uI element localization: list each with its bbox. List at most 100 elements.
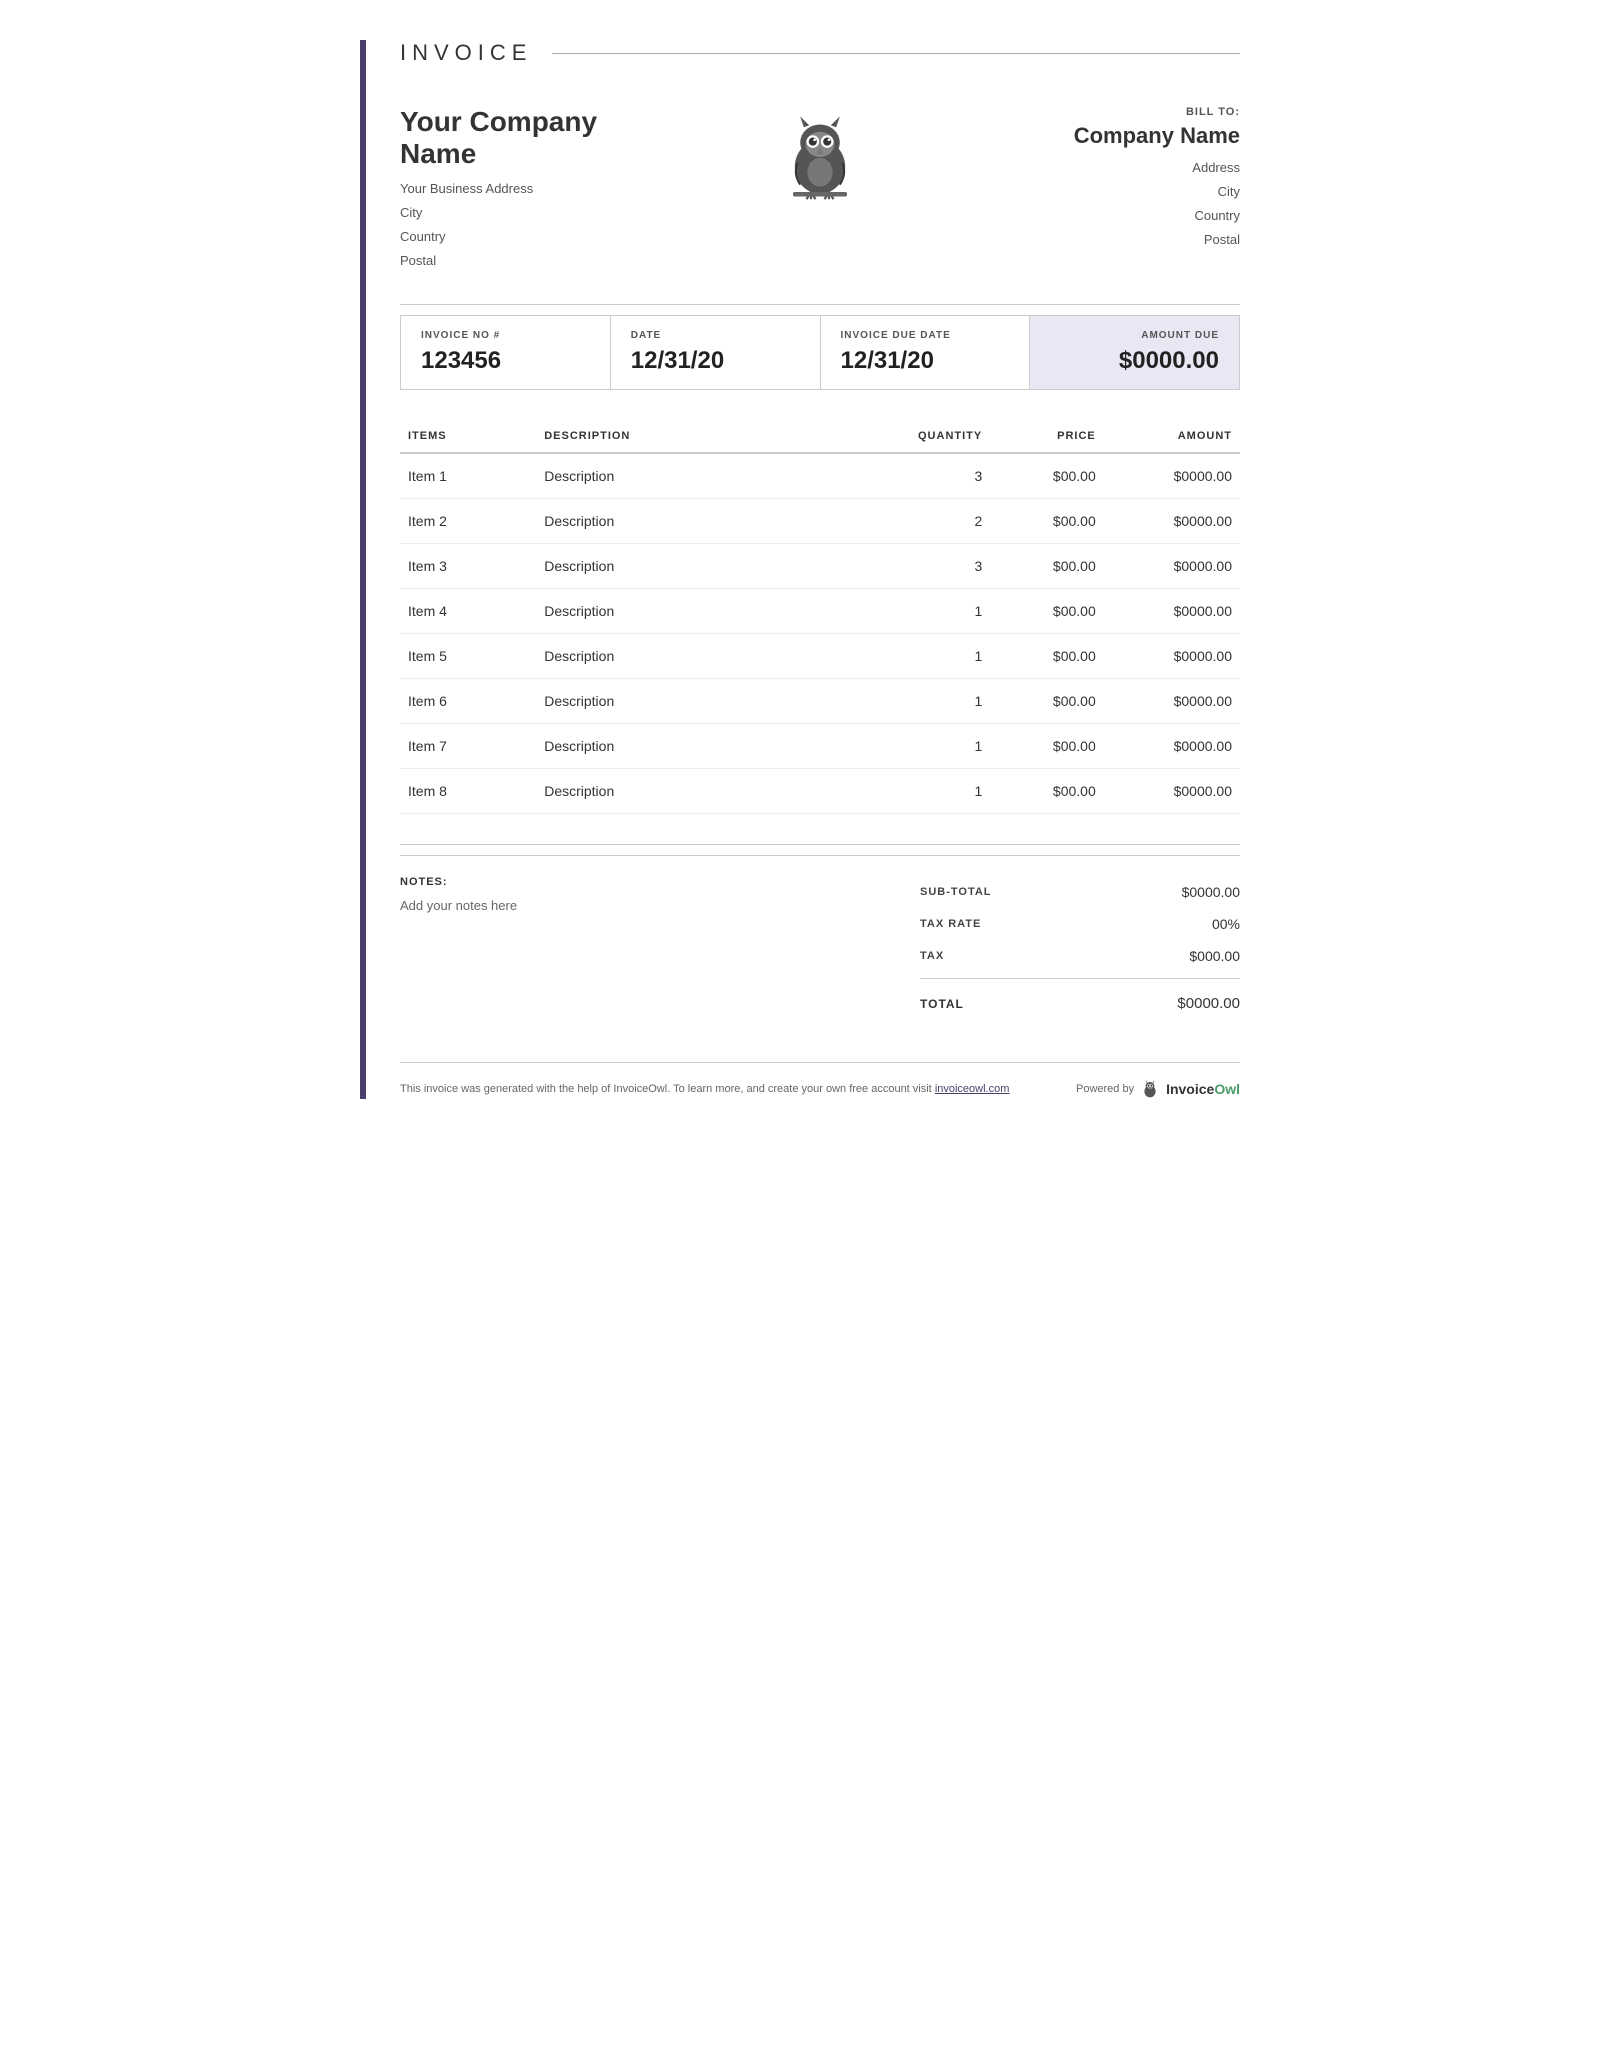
invoice-date-cell: DATE 12/31/20: [611, 316, 821, 389]
item-amount-cell: $0000.00: [1104, 634, 1240, 679]
item-quantity-cell: 1: [877, 589, 991, 634]
notes-text: Add your notes here: [400, 898, 880, 913]
footer-link[interactable]: invoiceowl.com: [935, 1083, 1010, 1095]
subtotal-value: $0000.00: [1182, 884, 1240, 900]
bill-to-info: BILL TO: Company Name Address City Count…: [960, 106, 1240, 253]
invoice-number-cell: INVOICE NO # 123456: [401, 316, 611, 389]
company-postal: Postal: [400, 250, 680, 272]
footer-powered-by: Powered by InvoiceOwl: [1076, 1079, 1240, 1099]
company-country: Country: [400, 226, 680, 248]
item-amount-cell: $0000.00: [1104, 453, 1240, 499]
bill-to-address: Address: [960, 157, 1240, 179]
taxrate-label: TAX RATE: [920, 918, 981, 930]
company-name: Your Company Name: [400, 106, 680, 170]
item-quantity-cell: 3: [877, 544, 991, 589]
item-price-cell: $00.00: [990, 634, 1104, 679]
totals-divider: [920, 978, 1240, 979]
invoice-amount-due-value: $0000.00: [1050, 347, 1219, 375]
tax-label: TAX: [920, 950, 944, 962]
invoice-number-label: INVOICE NO #: [421, 330, 590, 341]
item-price-cell: $00.00: [990, 724, 1104, 769]
item-description-cell: Description: [536, 499, 877, 544]
item-price-cell: $00.00: [990, 589, 1104, 634]
item-description-cell: Description: [536, 589, 877, 634]
col-header-price: PRICE: [990, 420, 1104, 453]
invoice-title-text: INVOICE: [400, 40, 532, 66]
invoice-date-value: 12/31/20: [631, 347, 800, 375]
notes-label: NOTES:: [400, 876, 880, 888]
table-header-row: ITEMS DESCRIPTION QUANTITY PRICE AMOUNT: [400, 420, 1240, 453]
item-name-cell: Item 5: [400, 634, 536, 679]
subtotal-row: SUB-TOTAL $0000.00: [920, 876, 1240, 908]
item-quantity-cell: 3: [877, 453, 991, 499]
invoice-footer: This invoice was generated with the help…: [400, 1062, 1240, 1099]
brand-invoice-text: Invoice: [1166, 1081, 1214, 1097]
taxrate-value: 00%: [1212, 916, 1240, 932]
item-amount-cell: $0000.00: [1104, 679, 1240, 724]
totals-section: SUB-TOTAL $0000.00 TAX RATE 00% TAX $000…: [920, 876, 1240, 1022]
company-logo: [680, 106, 960, 201]
company-info: Your Company Name Your Business Address …: [400, 106, 680, 274]
table-row: Item 4 Description 1 $00.00 $0000.00: [400, 589, 1240, 634]
item-name-cell: Item 6: [400, 679, 536, 724]
item-name-cell: Item 7: [400, 724, 536, 769]
table-row: Item 7 Description 1 $00.00 $0000.00: [400, 724, 1240, 769]
invoice-date-label: DATE: [631, 330, 800, 341]
invoice-page: INVOICE Your Company Name Your Business …: [360, 40, 1240, 1099]
table-row: Item 2 Description 2 $00.00 $0000.00: [400, 499, 1240, 544]
item-name-cell: Item 8: [400, 769, 536, 814]
tax-value: $000.00: [1189, 948, 1240, 964]
item-name-cell: Item 3: [400, 544, 536, 589]
table-row: Item 3 Description 3 $00.00 $0000.00: [400, 544, 1240, 589]
company-section: Your Company Name Your Business Address …: [400, 106, 1240, 274]
item-name-cell: Item 4: [400, 589, 536, 634]
item-quantity-cell: 1: [877, 769, 991, 814]
col-header-quantity: QUANTITY: [877, 420, 991, 453]
invoice-number-value: 123456: [421, 347, 590, 375]
item-price-cell: $00.00: [990, 769, 1104, 814]
bill-to-label: BILL TO:: [960, 106, 1240, 118]
bill-to-city: City: [960, 181, 1240, 203]
item-description-cell: Description: [536, 724, 877, 769]
item-quantity-cell: 1: [877, 724, 991, 769]
item-name-cell: Item 2: [400, 499, 536, 544]
item-description-cell: Description: [536, 453, 877, 499]
item-price-cell: $00.00: [990, 544, 1104, 589]
item-description-cell: Description: [536, 679, 877, 724]
item-description-cell: Description: [536, 634, 877, 679]
col-header-amount: AMOUNT: [1104, 420, 1240, 453]
invoice-amount-due-cell: AMOUNT DUE $0000.00: [1030, 316, 1239, 389]
invoice-title: INVOICE: [400, 40, 1240, 76]
invoice-due-date-value: 12/31/20: [841, 347, 1010, 375]
company-city: City: [400, 202, 680, 224]
table-row: Item 8 Description 1 $00.00 $0000.00: [400, 769, 1240, 814]
invoice-details-bar: INVOICE NO # 123456 DATE 12/31/20 INVOIC…: [400, 315, 1240, 390]
item-name-cell: Item 1: [400, 453, 536, 499]
total-row: TOTAL $0000.00: [920, 985, 1240, 1022]
item-price-cell: $00.00: [990, 499, 1104, 544]
item-quantity-cell: 2: [877, 499, 991, 544]
item-amount-cell: $0000.00: [1104, 589, 1240, 634]
powered-by-label: Powered by: [1076, 1083, 1134, 1095]
item-description-cell: Description: [536, 769, 877, 814]
footer-text-content: This invoice was generated with the help…: [400, 1083, 932, 1095]
item-quantity-cell: 1: [877, 634, 991, 679]
item-amount-cell: $0000.00: [1104, 769, 1240, 814]
invoice-due-date-label: INVOICE DUE DATE: [841, 330, 1010, 341]
brand-owl-text: Owl: [1214, 1081, 1240, 1097]
bill-to-company-name: Company Name: [960, 123, 1240, 149]
table-row: Item 1 Description 3 $00.00 $0000.00: [400, 453, 1240, 499]
subtotal-label: SUB-TOTAL: [920, 886, 992, 898]
bill-to-country: Country: [960, 205, 1240, 227]
table-row: Item 6 Description 1 $00.00 $0000.00: [400, 679, 1240, 724]
item-price-cell: $00.00: [990, 679, 1104, 724]
invoice-due-date-cell: INVOICE DUE DATE 12/31/20: [821, 316, 1031, 389]
item-price-cell: $00.00: [990, 453, 1104, 499]
item-amount-cell: $0000.00: [1104, 499, 1240, 544]
brand-name: InvoiceOwl: [1166, 1081, 1240, 1097]
divider-1: [400, 304, 1240, 305]
table-row: Item 5 Description 1 $00.00 $0000.00: [400, 634, 1240, 679]
item-quantity-cell: 1: [877, 679, 991, 724]
company-address: Your Business Address: [400, 178, 680, 200]
total-label: TOTAL: [920, 997, 964, 1011]
